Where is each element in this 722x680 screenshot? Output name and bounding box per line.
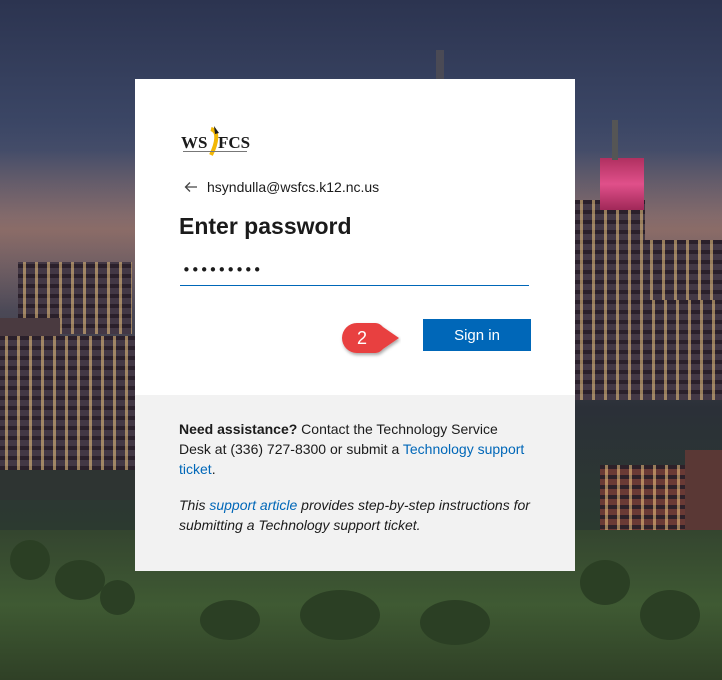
assistance-footer: Need assistance? Contact the Technology …	[135, 395, 575, 571]
wsfcs-logo: WS FCS	[181, 126, 250, 156]
card-main: WS FCS hsyndulla@wsfcs.k12.nc.us Enter p…	[135, 79, 575, 395]
password-field[interactable]: •••••••••	[180, 254, 529, 286]
step-badge: 2	[337, 321, 401, 361]
sign-in-card: WS FCS hsyndulla@wsfcs.k12.nc.us Enter p…	[135, 79, 575, 571]
account-back-row[interactable]: hsyndulla@wsfcs.k12.nc.us	[184, 179, 379, 195]
account-email: hsyndulla@wsfcs.k12.nc.us	[207, 179, 380, 195]
step-badge-number: 2	[356, 327, 367, 348]
assistance-end: .	[211, 461, 216, 477]
password-masked-value: •••••••••	[182, 260, 262, 279]
assistance-text: Need assistance? Contact the Technology …	[179, 419, 531, 479]
sign-in-button[interactable]: Sign in	[423, 319, 531, 351]
assistance-heading: Need assistance?	[179, 421, 298, 437]
svg-text:FCS: FCS	[218, 133, 250, 152]
support-note: This support article provides step-by-st…	[179, 495, 531, 535]
page-title: Enter password	[179, 213, 352, 239]
support-article-link[interactable]: support article	[209, 497, 297, 513]
svg-text:WS: WS	[181, 133, 207, 152]
back-arrow-icon[interactable]	[184, 180, 198, 194]
note-prefix: This	[179, 497, 210, 513]
